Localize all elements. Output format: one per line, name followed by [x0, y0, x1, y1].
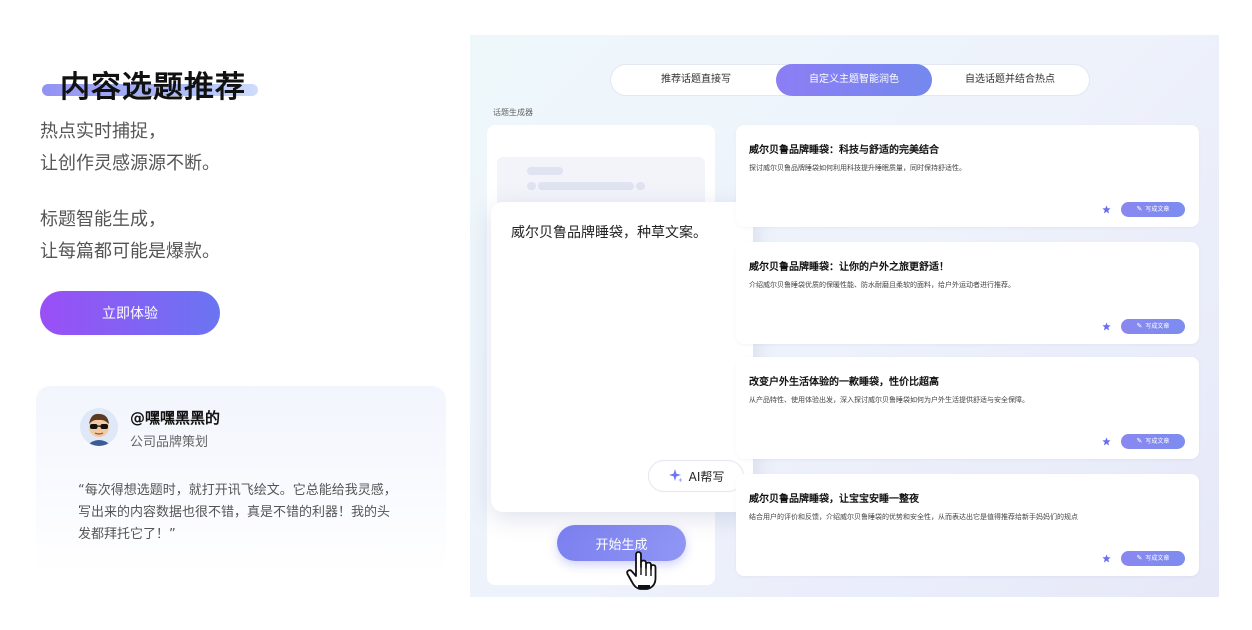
topic-input-card[interactable]: 威尔贝鲁品牌睡袋，种草文案。 AI帮写	[491, 202, 753, 512]
avatar-cool-glasses-icon	[80, 408, 118, 446]
hero-title-wrap: 内容选题推荐	[40, 62, 260, 106]
star-icon[interactable]	[1102, 554, 1111, 563]
write-article-label: 写成文章	[1145, 555, 1170, 562]
mode-tabs: 推荐话题直接写 自选话题并结合热点 自定义主题智能润色	[610, 64, 1090, 96]
hero-desc-1: 热点实时捕捉， 让创作灵感源源不断。	[40, 116, 220, 180]
ai-write-label: AI帮写	[688, 469, 725, 484]
result-desc: 从产品特性、使用体验出发，深入探讨威尔贝鲁睡袋如何为户外生活提供舒适与安全保障。	[749, 396, 1029, 404]
write-article-button[interactable]: ✎ 写成文章	[1121, 551, 1185, 566]
pen-icon: ✎	[1136, 437, 1143, 445]
user-name: @嘿嘿黑黑的	[130, 409, 221, 427]
result-desc: 探讨威尔贝鲁品牌睡袋如何利用科技提升睡眠质量，同时保持舒适性。	[749, 164, 966, 172]
pen-icon: ✎	[1136, 322, 1143, 330]
tab-custom-topic-hot[interactable]: 自选话题并结合热点	[929, 65, 1091, 95]
result-title: 改变户外生活体验的一款睡袋，性价比超高	[749, 377, 939, 388]
user-role: 公司品牌策划	[130, 435, 209, 450]
ai-write-button[interactable]: AI帮写	[648, 460, 744, 492]
result-title: 威尔贝鲁品牌睡袋：科技与舒适的完美结合	[749, 145, 939, 156]
hero-desc-1-line-2: 让创作灵感源源不断。	[40, 153, 220, 174]
result-card[interactable]: 威尔贝鲁品牌睡袋：让你的户外之旅更舒适！ 介绍威尔贝鲁睡袋优质的保暖性能、防水耐…	[736, 242, 1199, 344]
try-now-button[interactable]: 立即体验	[40, 291, 220, 335]
result-card[interactable]: 改变户外生活体验的一款睡袋，性价比超高 从产品特性、使用体验出发，深入探讨威尔贝…	[736, 357, 1199, 459]
pen-icon: ✎	[1136, 554, 1143, 562]
skeleton-dot	[636, 182, 645, 190]
hero-title: 内容选题推荐	[60, 70, 246, 105]
result-title: 威尔贝鲁品牌睡袋，让宝宝安睡一整夜	[749, 494, 919, 505]
star-icon[interactable]	[1102, 322, 1111, 331]
hero-desc-2: 标题智能生成， 让每篇都可能是爆款。	[40, 204, 220, 268]
write-article-label: 写成文章	[1145, 323, 1170, 330]
section-label: 话题生成器	[493, 108, 533, 117]
hero-desc-1-line-1: 热点实时捕捉，	[40, 121, 166, 142]
skeleton-line	[527, 167, 563, 175]
topic-input-text[interactable]: 威尔贝鲁品牌睡袋，种草文案。	[511, 222, 707, 242]
skeleton-line	[538, 182, 634, 190]
avatar	[80, 408, 118, 446]
write-article-label: 写成文章	[1145, 206, 1170, 213]
result-card[interactable]: 威尔贝鲁品牌睡袋，让宝宝安睡一整夜 结合用户的评价和反馈，介绍威尔贝鲁睡袋的优势…	[736, 474, 1199, 576]
tab-custom-theme-polish[interactable]: 自定义主题智能润色	[776, 64, 932, 96]
result-desc: 结合用户的评价和反馈，介绍威尔贝鲁睡袋的优势和安全性，从而表达出它是值得推荐给新…	[749, 513, 1078, 521]
result-desc: 介绍威尔贝鲁睡袋优质的保暖性能、防水耐磨且柔软的面料，给户外运动者进行推荐。	[749, 281, 1015, 289]
write-article-button[interactable]: ✎ 写成文章	[1121, 202, 1185, 217]
tab-recommended-topic[interactable]: 推荐话题直接写	[611, 65, 781, 95]
testimonial-card: @嘿嘿黑黑的 公司品牌策划 “每次得想选题时，就打开讯飞绘文。它总能给我灵感，写…	[36, 386, 446, 576]
write-article-label: 写成文章	[1145, 438, 1170, 445]
testimonial-quote: “每次得想选题时，就打开讯飞绘文。它总能给我灵感，写出来的内容数据也很不错，真是…	[78, 483, 397, 542]
sparkle-icon	[668, 469, 683, 483]
hand-pointer-icon	[626, 551, 657, 590]
hero-desc-2-line-1: 标题智能生成，	[40, 209, 166, 230]
skeleton-dot	[527, 182, 536, 190]
hero-desc-2-line-2: 让每篇都可能是爆款。	[40, 241, 220, 262]
hero-section: 内容选题推荐 热点实时捕捉， 让创作灵感源源不断。 标题智能生成， 让每篇都可能…	[0, 0, 460, 630]
demo-panel: 推荐话题直接写 自选话题并结合热点 自定义主题智能润色 话题生成器 开始生成 威…	[470, 35, 1219, 597]
result-title: 威尔贝鲁品牌睡袋：让你的户外之旅更舒适！	[749, 262, 949, 273]
skeleton-placeholder	[497, 157, 705, 207]
start-generate-button[interactable]: 开始生成	[557, 525, 686, 561]
star-icon[interactable]	[1102, 437, 1111, 446]
star-icon[interactable]	[1102, 205, 1111, 214]
write-article-button[interactable]: ✎ 写成文章	[1121, 319, 1185, 334]
pen-icon: ✎	[1136, 205, 1143, 213]
write-article-button[interactable]: ✎ 写成文章	[1121, 434, 1185, 449]
result-card[interactable]: 威尔贝鲁品牌睡袋：科技与舒适的完美结合 探讨威尔贝鲁品牌睡袋如何利用科技提升睡眠…	[736, 125, 1199, 227]
